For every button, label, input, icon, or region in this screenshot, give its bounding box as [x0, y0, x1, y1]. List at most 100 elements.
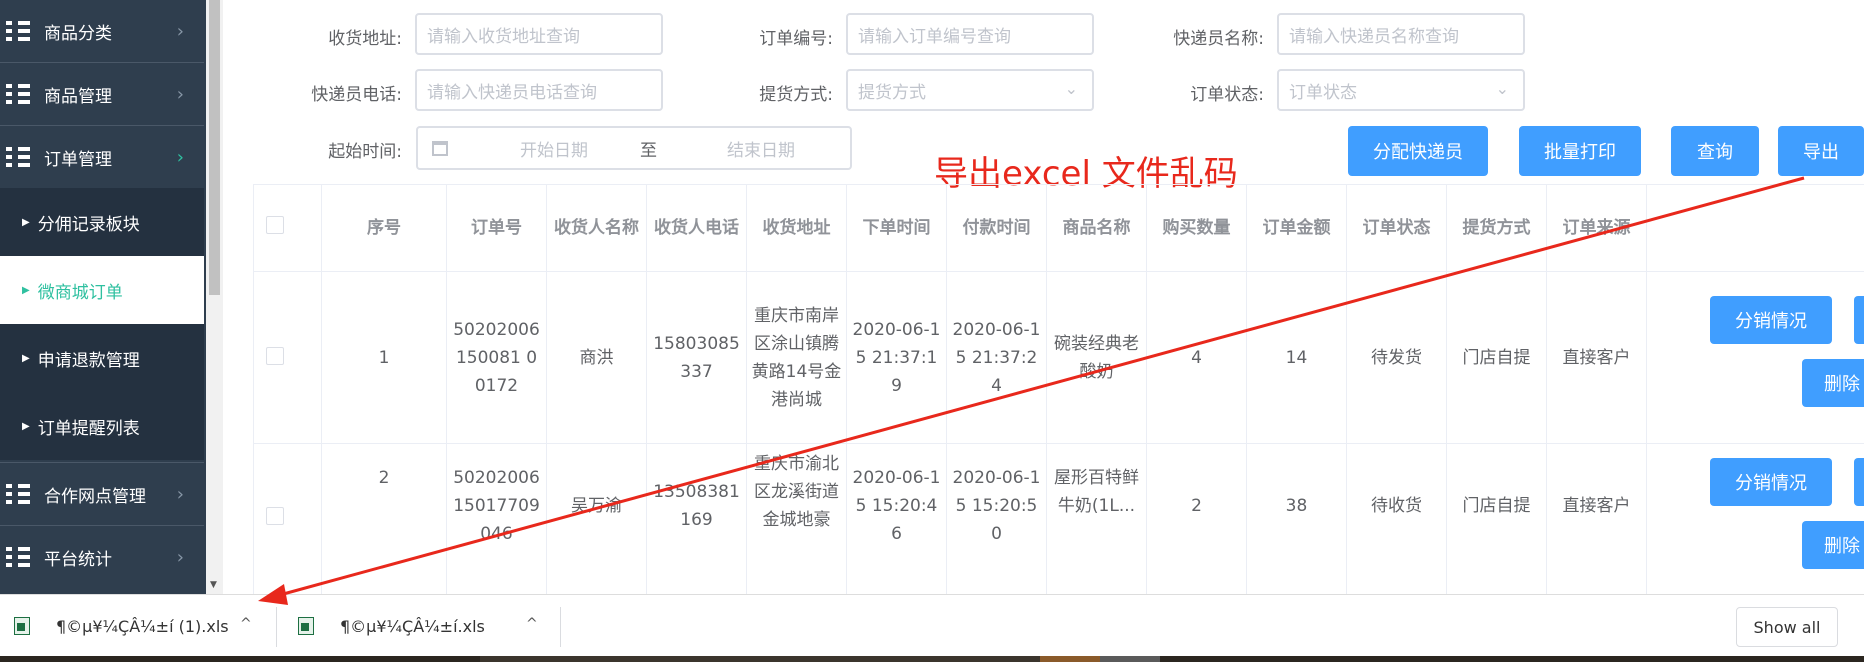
- sidebar-subitem-commission[interactable]: ▶ 分佣记录板块: [0, 188, 204, 256]
- cell-address: 重庆市渝北区龙溪街道金城地豪: [754, 454, 839, 530]
- batch-print-button[interactable]: 批量打印: [1519, 126, 1641, 176]
- list-icon: [6, 547, 30, 567]
- taskbar-strip: [0, 656, 1864, 662]
- delete-button[interactable]: 删除: [1802, 521, 1864, 569]
- sidebar-item-products[interactable]: 商品管理 ›: [0, 63, 204, 125]
- pickup-placeholder: 提货方式: [858, 82, 926, 103]
- pickup-label: 提货方式:: [759, 85, 833, 105]
- order-no-input[interactable]: 请输入订单编号查询: [846, 13, 1094, 55]
- chevron-down-icon: ⌄: [1495, 79, 1509, 98]
- cell-order-time: 2020-06-15 15:20:46: [852, 468, 941, 544]
- sidebar-scrollbar[interactable]: ▼: [206, 0, 223, 594]
- row-checkbox[interactable]: [266, 347, 284, 365]
- range-separator: 至: [640, 140, 657, 161]
- chevron-right-icon: ›: [176, 146, 184, 168]
- header-amount: 订单金额: [1262, 218, 1331, 238]
- sidebar-subitem-refunds[interactable]: ▶ 申请退款管理: [0, 324, 204, 392]
- sidebar: 商品分类 › 商品管理 › 订单管理 › ▶ 分佣记录板块 ▶ 微商城订单 ▶ …: [0, 0, 206, 594]
- sidebar-item-label: 订单提醒列表: [37, 418, 140, 439]
- scroll-down-icon[interactable]: ▼: [210, 580, 217, 590]
- delete-button[interactable]: 删除: [1802, 359, 1864, 407]
- export-button[interactable]: 导出: [1778, 126, 1864, 176]
- order-no-placeholder: 请输入订单编号查询: [858, 26, 1011, 47]
- row-checkbox[interactable]: [266, 507, 284, 525]
- row-action-button[interactable]: [1854, 458, 1864, 506]
- distribution-button[interactable]: 分销情况: [1710, 458, 1832, 506]
- chevron-right-icon: ›: [176, 83, 184, 105]
- distribution-button[interactable]: 分销情况: [1710, 296, 1832, 344]
- start-date-input[interactable]: 开始日期: [520, 136, 588, 161]
- download-item-2[interactable]: ¶©µ¥¼ÇÂ¼±í.xls: [298, 595, 485, 657]
- assign-courier-button[interactable]: 分配快递员: [1348, 126, 1488, 176]
- cell-receiver-phone: 15803085337: [653, 333, 740, 382]
- cell-index: 1: [378, 347, 390, 368]
- chevron-up-icon[interactable]: ^: [240, 616, 252, 632]
- status-select[interactable]: 订单状态 ⌄: [1277, 69, 1525, 111]
- list-icon: [6, 21, 30, 41]
- orders-table: 序号 订单号 收货人名称 收货人电话 收货地址 下单时间 付款时间 商品名称 购…: [253, 184, 1864, 594]
- caret-right-icon: ▶: [22, 216, 30, 228]
- select-all-checkbox[interactable]: [266, 216, 284, 234]
- sidebar-item-label: 平台统计: [44, 549, 112, 570]
- header-source: 订单来源: [1562, 218, 1631, 238]
- divider: [276, 607, 277, 647]
- courier-name-placeholder: 请输入快递员名称查询: [1289, 26, 1459, 47]
- sidebar-item-orders[interactable]: 订单管理 ›: [0, 126, 204, 188]
- header-index: 序号: [367, 218, 401, 238]
- courier-phone-input[interactable]: 请输入快递员电话查询: [415, 69, 663, 111]
- courier-phone-placeholder: 请输入快递员电话查询: [427, 82, 597, 103]
- app-window: 商品分类 › 商品管理 › 订单管理 › ▶ 分佣记录板块 ▶ 微商城订单 ▶ …: [0, 0, 1864, 662]
- query-button[interactable]: 查询: [1671, 126, 1759, 176]
- caret-right-icon: ▶: [22, 420, 30, 432]
- header-address: 收货地址: [762, 218, 831, 238]
- status-placeholder: 订单状态: [1289, 82, 1357, 103]
- courier-name-input[interactable]: 请输入快递员名称查询: [1277, 13, 1525, 55]
- cell-order-time: 2020-06-15 21:37:19: [852, 319, 941, 396]
- cell-amount: 14: [1285, 347, 1308, 368]
- end-date-input[interactable]: 结束日期: [727, 136, 795, 161]
- header-status: 订单状态: [1362, 218, 1431, 238]
- calendar-icon: [432, 140, 448, 156]
- cell-status: 待发货: [1371, 347, 1422, 368]
- header-order-no: 订单号: [471, 218, 522, 238]
- address-input[interactable]: 请输入收货地址查询: [415, 13, 663, 55]
- cell-order-no: 50202006150081 00172: [453, 319, 540, 396]
- list-icon: [6, 484, 30, 504]
- cell-pickup: 门店自提: [1462, 496, 1531, 516]
- sidebar-item-statistics[interactable]: 平台统计 ›: [0, 526, 204, 588]
- header-order-time: 下单时间: [862, 218, 931, 238]
- date-range-picker[interactable]: 开始日期 至 结束日期: [416, 126, 852, 170]
- address-placeholder: 请输入收货地址查询: [427, 26, 580, 47]
- excel-file-icon: [14, 617, 30, 635]
- cell-quantity: 2: [1191, 496, 1202, 516]
- cell-receiver-name: 商洪: [579, 347, 614, 368]
- download-item-1[interactable]: ¶©µ¥¼ÇÂ¼±í (1).xls: [14, 595, 229, 657]
- row-action-button[interactable]: [1854, 296, 1864, 344]
- cell-product-name: 屋形百特鲜牛奶(1L...: [1054, 468, 1139, 516]
- scrollbar-thumb[interactable]: [209, 0, 220, 295]
- sidebar-subitem-reminders[interactable]: ▶ 订单提醒列表: [0, 392, 204, 460]
- caret-right-icon: ▶: [22, 284, 30, 296]
- sidebar-subitem-mall-orders[interactable]: ▶ 微商城订单: [0, 256, 204, 324]
- header-receiver-name: 收货人名称: [554, 218, 639, 238]
- cell-address: 重庆市南岸区涂山镇腾黄路14号金港尚城: [751, 305, 842, 410]
- header-pickup: 提货方式: [1462, 218, 1531, 238]
- divider: [560, 607, 561, 647]
- sidebar-item-label: 分佣记录板块: [37, 214, 140, 235]
- chevron-down-icon: ⌄: [1064, 79, 1078, 98]
- chevron-right-icon: ›: [176, 20, 184, 42]
- cell-amount: 38: [1285, 496, 1308, 516]
- show-all-button[interactable]: Show all: [1736, 607, 1838, 647]
- cell-pickup: 门店自提: [1462, 347, 1531, 368]
- sidebar-item-label: 申请退款管理: [37, 350, 140, 371]
- sidebar-item-category[interactable]: 商品分类 ›: [0, 0, 204, 62]
- chevron-up-icon[interactable]: ^: [526, 616, 538, 632]
- cell-receiver-name: 吴万渝: [571, 496, 622, 516]
- sidebar-item-partners[interactable]: 合作网点管理 ›: [0, 463, 204, 525]
- caret-right-icon: ▶: [22, 352, 30, 364]
- cell-source: 直接客户: [1562, 347, 1631, 368]
- pickup-select[interactable]: 提货方式 ⌄: [846, 69, 1094, 111]
- download-filename: ¶©µ¥¼ÇÂ¼±í.xls: [340, 616, 485, 636]
- courier-name-label: 快递员名称:: [1173, 29, 1264, 49]
- time-label: 起始时间:: [328, 142, 402, 162]
